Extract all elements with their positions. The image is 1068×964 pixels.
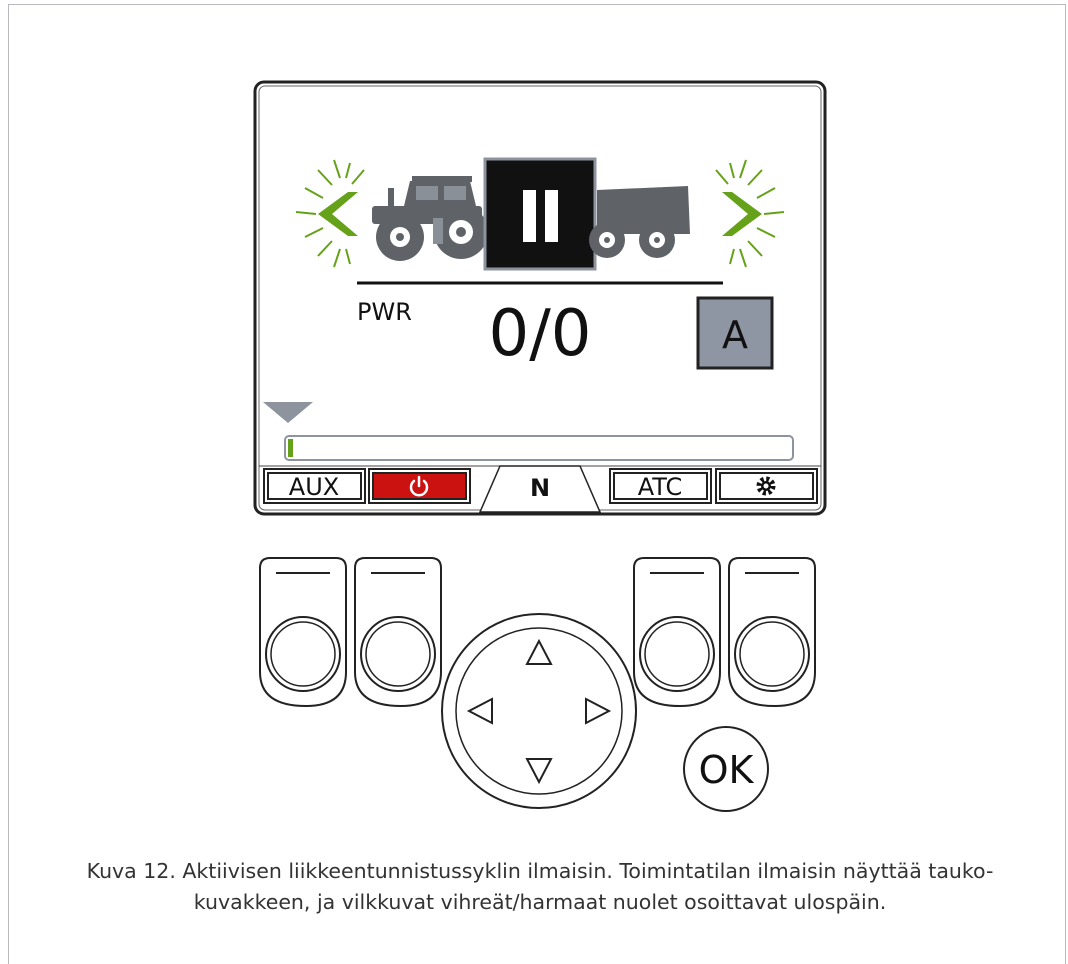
softkey-neutral-label: N [530,474,550,502]
caption-line-1: Kuva 12. Aktiivisen liikkeentunnistussyk… [86,859,994,883]
softkey-power[interactable] [368,468,471,504]
pause-icon [483,157,597,271]
softkey-settings[interactable] [715,468,818,504]
softkey-atc-label: ATC [638,473,683,501]
hard-button-1[interactable] [259,557,347,708]
controller-illustration: PWR 0/0 A AUX N ATC OK [253,80,827,812]
softkey-aux-label: AUX [289,473,339,501]
softkey-atc[interactable]: ATC [609,468,712,504]
mode-label: PWR [357,298,412,326]
ok-button-label: OK [699,748,755,792]
status-box: A [696,296,774,370]
softkey-aux[interactable]: AUX [263,468,366,504]
progress-bar [284,435,794,461]
softkey-neutral[interactable]: N [478,465,602,513]
ok-button[interactable]: OK [683,726,769,812]
caption-line-2: kuvakkeen, ja vilkkuvat vihreät/harmaat … [193,890,887,914]
hard-button-3[interactable] [633,557,721,708]
hard-button-2[interactable] [354,557,442,708]
figure-caption: Kuva 12. Aktiivisen liikkeentunnistussyk… [20,856,1060,918]
status-letter: A [722,313,748,357]
hard-button-4[interactable] [728,557,816,708]
counter-value: 0/0 [489,297,592,371]
